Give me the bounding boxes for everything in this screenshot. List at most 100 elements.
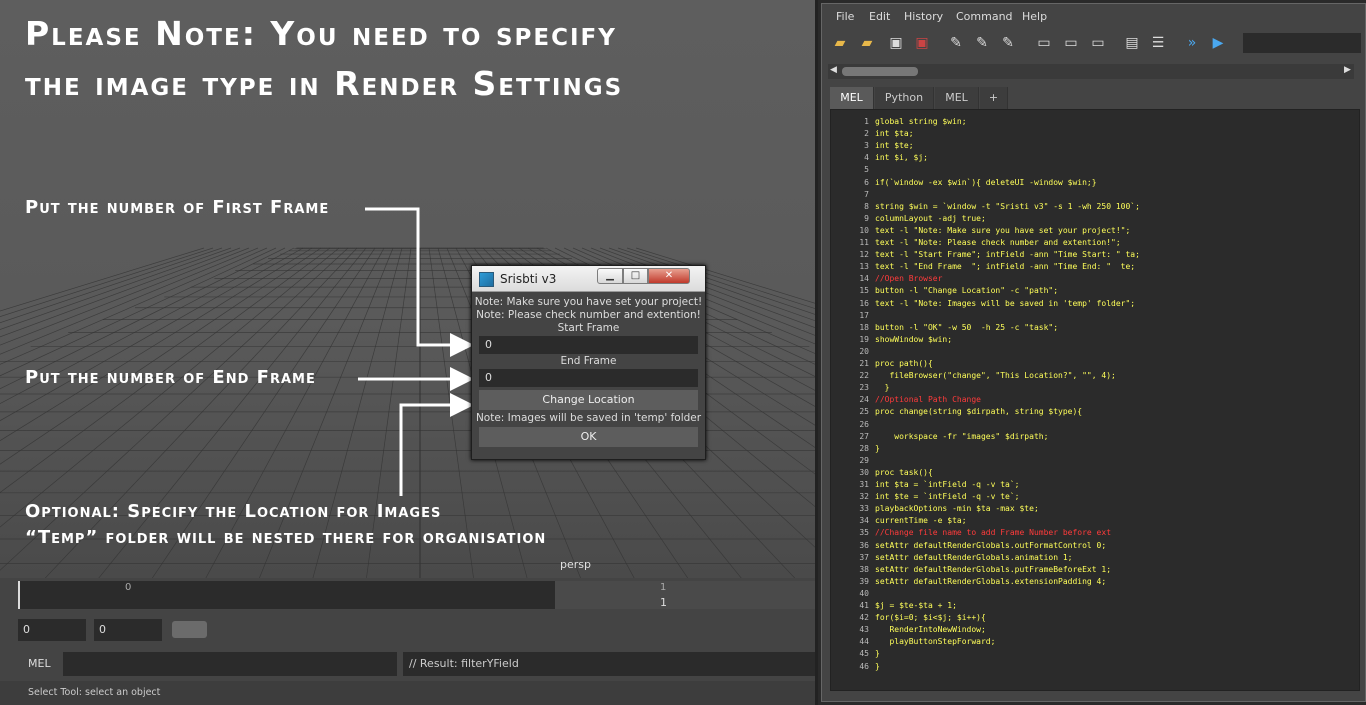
save-shelf-icon[interactable]: ▣ xyxy=(912,33,932,53)
code-line[interactable]: 17 xyxy=(831,310,1359,322)
clear-input-icon[interactable]: ✎ xyxy=(972,33,992,53)
code-line[interactable]: 32 int $te = `intField -q -v te`; xyxy=(831,491,1359,503)
code-line[interactable]: 23 } xyxy=(831,382,1359,394)
menu-help[interactable]: Help xyxy=(1022,10,1047,23)
menu-file[interactable]: File xyxy=(836,10,854,23)
code-line[interactable]: 38 setAttr defaultRenderGlobals.putFrameB… xyxy=(831,564,1359,576)
code-line[interactable]: 25 proc change(string $dirpath, string $t… xyxy=(831,406,1359,418)
code-text: //Change file name to add Frame Number b… xyxy=(875,528,1112,538)
code-line[interactable]: 46} xyxy=(831,661,1359,673)
code-line[interactable]: 22 fileBrowser("change", "This Location?… xyxy=(831,370,1359,382)
code-line[interactable]: 31 int $ta = `intField -q -v ta`; xyxy=(831,479,1359,491)
code-line[interactable]: 16 text -l "Note: Images will be saved in… xyxy=(831,298,1359,310)
code-line[interactable]: 12 text -l "Start Frame"; intField -ann "… xyxy=(831,249,1359,261)
tab-mel-2[interactable]: MEL xyxy=(935,87,979,109)
code-line[interactable]: 7 xyxy=(831,189,1359,201)
add-tab-button[interactable]: + xyxy=(980,87,1008,109)
range-end-field[interactable]: 0 xyxy=(94,619,162,641)
command-input[interactable] xyxy=(63,652,397,676)
code-line[interactable]: 41 $j = $te-$ta + 1; xyxy=(831,600,1359,612)
code-line[interactable]: 3 int $te; xyxy=(831,140,1359,152)
end-frame-field[interactable]: 0 xyxy=(479,369,698,387)
time-slider-range[interactable] xyxy=(18,581,555,609)
line-number: 32 xyxy=(859,492,869,502)
code-line[interactable]: 14 //Open Browser xyxy=(831,273,1359,285)
minimize-button[interactable]: ▁ xyxy=(597,268,623,284)
code-text: setAttr defaultRenderGlobals.animation 1… xyxy=(875,552,1073,562)
code-line[interactable]: 18 button -l "OK" -w 50 -h 25 -c "task"; xyxy=(831,322,1359,334)
code-editor[interactable]: 1 global string $win; 2 int $ta; 3 int $te; 4 i… xyxy=(830,109,1360,691)
time-slider[interactable]: 0 1 1 xyxy=(0,578,815,614)
code-line[interactable]: 5 xyxy=(831,164,1359,176)
line-number: 45 xyxy=(859,649,869,659)
clear-all-icon[interactable]: ✎ xyxy=(998,33,1018,53)
horizontal-scrollbar[interactable]: ◀ ▶ xyxy=(828,64,1354,79)
code-line[interactable]: 43 RenderIntoNewWindow; xyxy=(831,624,1359,636)
scroll-left-icon[interactable]: ◀ xyxy=(830,65,837,75)
clear-history-icon[interactable]: ✎ xyxy=(946,33,966,53)
code-line[interactable]: 13 text -l "End Frame "; intField -ann "T… xyxy=(831,261,1359,273)
change-location-button[interactable]: Change Location xyxy=(479,390,698,410)
code-line[interactable]: 33 playbackOptions -min $ta -max $te; xyxy=(831,503,1359,515)
code-line[interactable]: 39 setAttr defaultRenderGlobals.extension… xyxy=(831,576,1359,588)
code-text: text -l "End Frame "; intField -ann "Tim… xyxy=(875,262,1136,272)
code-line[interactable]: 21 proc path(){ xyxy=(831,358,1359,370)
line-numbers-icon[interactable]: ☰ xyxy=(1148,33,1168,53)
code-line[interactable]: 8 string $win = `window -t "Sristi v3" -s… xyxy=(831,201,1359,213)
source-script-icon[interactable]: ▰ xyxy=(857,33,877,53)
sristi-dialog: Srisbti v3 ▁ □ ✕ Note: Make sure you hav… xyxy=(471,265,706,460)
code-line[interactable]: 36 setAttr defaultRenderGlobals.outFormat… xyxy=(831,540,1359,552)
code-line[interactable]: 15 button -l "Change Location" -c "path"; xyxy=(831,285,1359,297)
code-text: currentTime -e $ta; xyxy=(875,516,967,526)
code-line[interactable]: 4 int $i, $j; xyxy=(831,152,1359,164)
code-line[interactable]: 27 workspace -fr "images" $dirpath; xyxy=(831,431,1359,443)
code-line[interactable]: 29 xyxy=(831,455,1359,467)
tab-mel[interactable]: MEL xyxy=(830,87,874,109)
save-script-icon[interactable]: ▣ xyxy=(886,33,906,53)
menu-command[interactable]: Command xyxy=(956,10,1013,23)
menu-edit[interactable]: Edit xyxy=(869,10,890,23)
code-line[interactable]: 6 if(`window -ex $win`){ deleteUI -window… xyxy=(831,177,1359,189)
code-line[interactable]: 9 columnLayout -adj true; xyxy=(831,213,1359,225)
execute-icon[interactable]: ▶ xyxy=(1208,33,1228,53)
echo-commands-icon[interactable]: ▤ xyxy=(1122,33,1142,53)
show-both-icon[interactable]: ▭ xyxy=(1088,33,1108,53)
code-line[interactable]: 40 xyxy=(831,588,1359,600)
show-input-icon[interactable]: ▭ xyxy=(1061,33,1081,53)
scroll-thumb[interactable] xyxy=(842,67,918,76)
code-line[interactable]: 44 playButtonStepForward; xyxy=(831,636,1359,648)
code-line[interactable]: 26 xyxy=(831,419,1359,431)
code-line[interactable]: 34 currentTime -e $ta; xyxy=(831,515,1359,527)
code-text: int $te; xyxy=(875,141,914,151)
code-line[interactable]: 30 proc task(){ xyxy=(831,467,1359,479)
toolbar-search-field[interactable] xyxy=(1243,33,1361,53)
ok-button[interactable]: OK xyxy=(479,427,698,447)
code-line[interactable]: 28} xyxy=(831,443,1359,455)
tab-python[interactable]: Python xyxy=(875,87,934,109)
code-line[interactable]: 42 for($i=0; $i<$j; $i++){ xyxy=(831,612,1359,624)
scroll-right-icon[interactable]: ▶ xyxy=(1344,65,1351,75)
code-line[interactable]: 2 int $ta; xyxy=(831,128,1359,140)
show-history-icon[interactable]: ▭ xyxy=(1034,33,1054,53)
camera-label: persp xyxy=(560,558,591,571)
close-button[interactable]: ✕ xyxy=(648,268,690,284)
execute-all-icon[interactable]: » xyxy=(1182,33,1202,53)
code-line[interactable]: 19 showWindow $win; xyxy=(831,334,1359,346)
open-folder-icon[interactable]: ▰ xyxy=(830,33,850,53)
range-start-field[interactable]: 0 xyxy=(18,619,86,641)
code-line[interactable]: 10 text -l "Note: Make sure you have set … xyxy=(831,225,1359,237)
code-line[interactable]: 11 text -l "Note: Please check number and… xyxy=(831,237,1359,249)
dialog-titlebar[interactable]: Srisbti v3 ▁ □ ✕ xyxy=(472,266,705,292)
code-line[interactable]: 1 global string $win; xyxy=(831,116,1359,128)
menu-history[interactable]: History xyxy=(904,10,943,23)
command-language-label[interactable]: MEL xyxy=(28,657,51,670)
code-line[interactable]: 45} xyxy=(831,648,1359,660)
code-line[interactable]: 37 setAttr defaultRenderGlobals.animation… xyxy=(831,552,1359,564)
code-line[interactable]: 24 //Optional Path Change xyxy=(831,394,1359,406)
start-frame-field[interactable]: 0 xyxy=(479,336,698,354)
range-slider-handle[interactable] xyxy=(172,621,207,638)
maximize-button[interactable]: □ xyxy=(623,268,648,284)
code-line[interactable]: 20 xyxy=(831,346,1359,358)
viewport-persp[interactable]: Please Note: You need to specify the ima… xyxy=(0,0,815,578)
code-line[interactable]: 35 //Change file name to add Frame Number… xyxy=(831,527,1359,539)
